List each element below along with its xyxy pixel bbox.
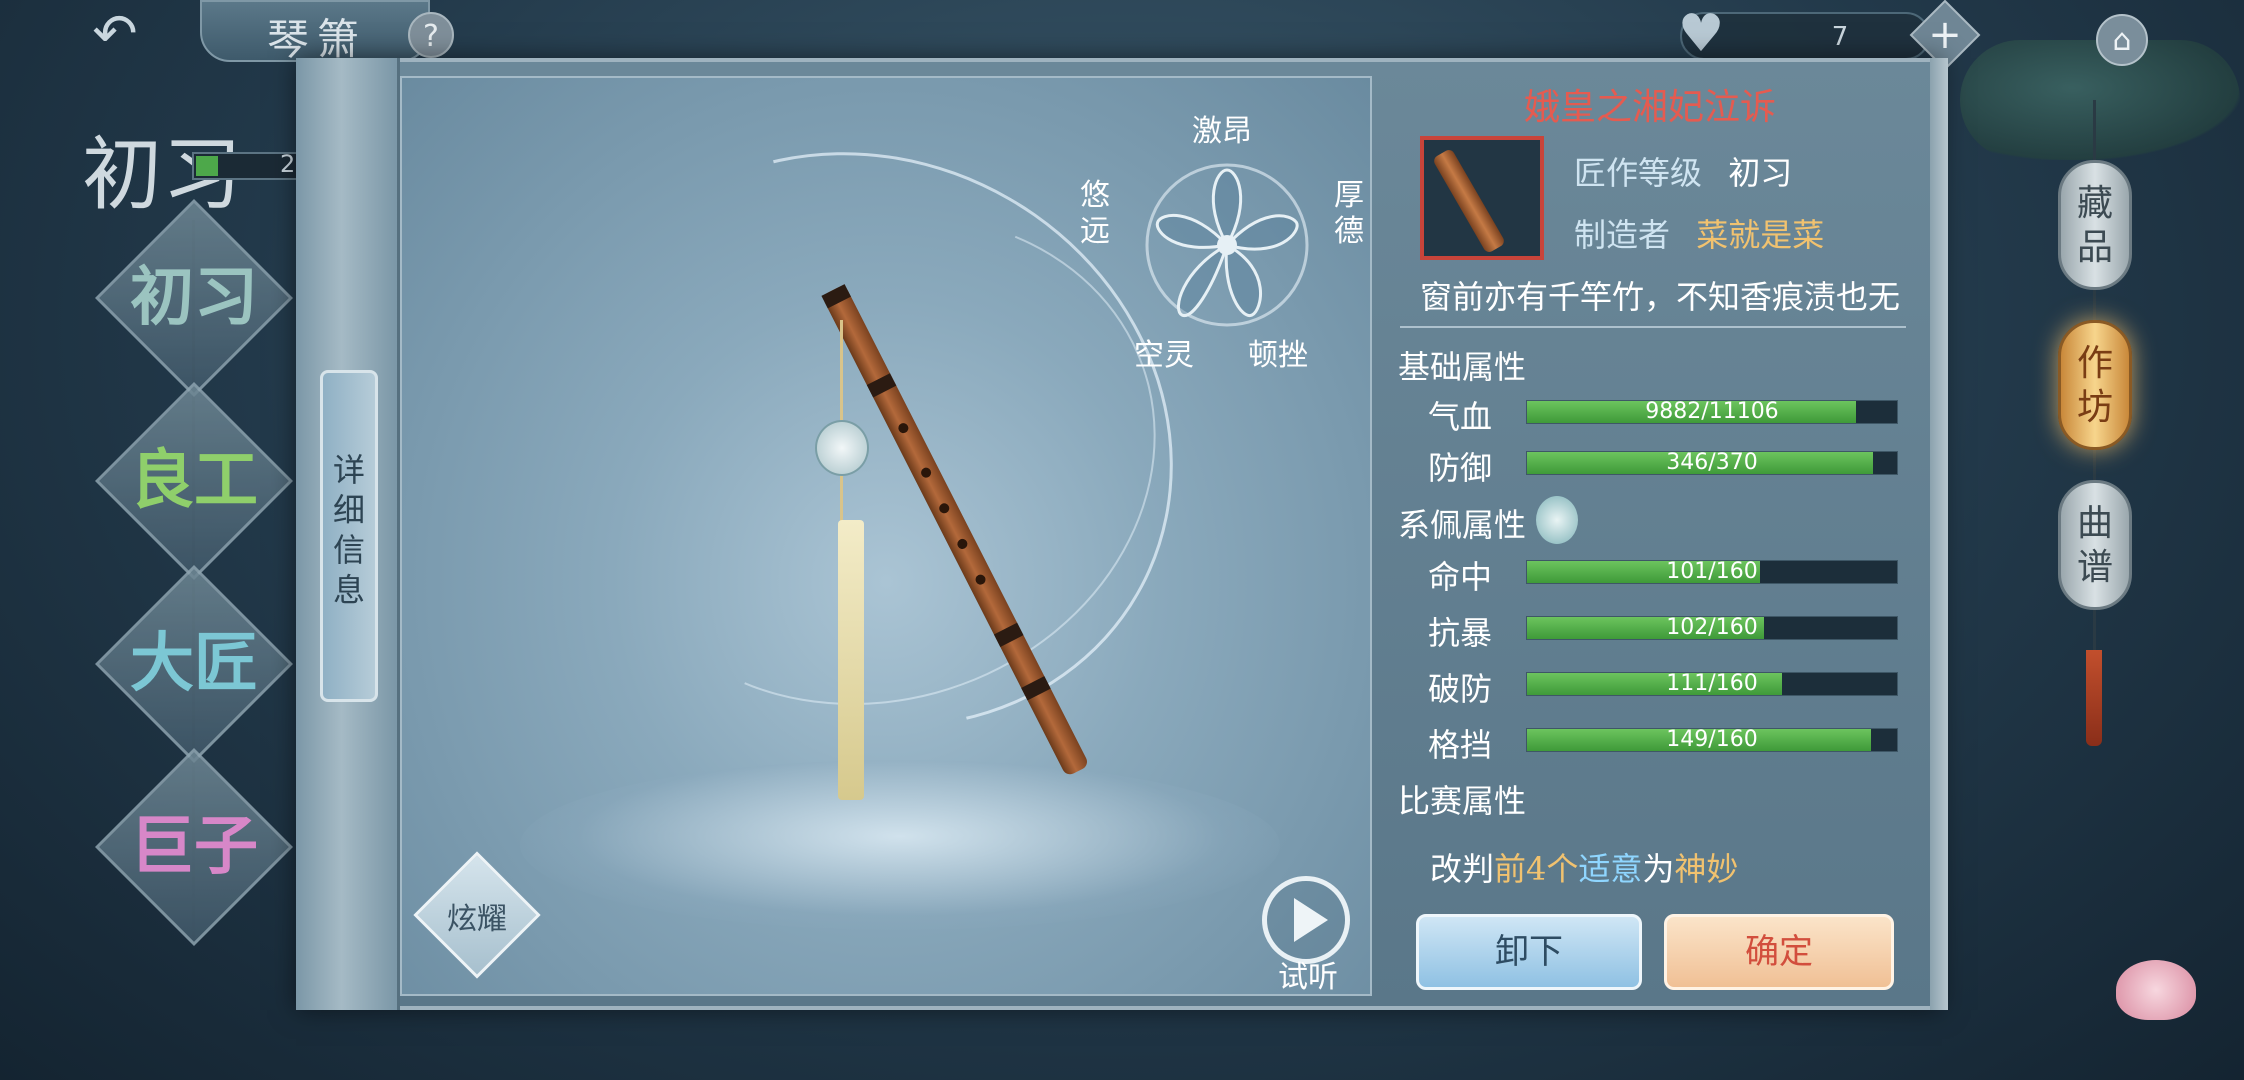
radar-label-right: 厚德 [1334, 178, 1364, 249]
flute-hole [973, 572, 988, 587]
stat-value: 101/160 [1666, 559, 1758, 584]
rule-part: 神妙 [1674, 850, 1739, 888]
attribute-radar [1145, 163, 1309, 327]
play-icon [1294, 898, 1328, 942]
help-button[interactable]: ? [408, 12, 454, 58]
detail-info-label: 详细信息 [332, 451, 365, 609]
listen-label: 试听 [1278, 960, 1338, 995]
lantern-tassel [2086, 650, 2102, 746]
stat-value: 149/160 [1666, 727, 1758, 752]
flute-hole [896, 421, 911, 435]
stat-label: 命中 [1428, 558, 1493, 596]
level-label: 良工 [130, 443, 258, 518]
unequip-button[interactable]: 卸下 [1416, 914, 1642, 990]
maker-value: 菜就是菜 [1696, 216, 1825, 254]
rule-part: 适意 [1578, 850, 1643, 888]
stat-label: 破防 [1428, 670, 1493, 708]
jade-charm-icon [815, 420, 869, 476]
rule-part: 改判 [1430, 850, 1495, 888]
stat-value: 9882/11106 [1645, 399, 1779, 424]
tassel [838, 520, 864, 800]
stat-label: 气血 [1428, 398, 1493, 436]
flute-hole [955, 537, 970, 551]
stat-label: 格挡 [1428, 726, 1493, 764]
stat-label: 抗暴 [1428, 614, 1493, 652]
item-name: 娥皇之湘妃泣诉 [1523, 87, 1776, 128]
level-label: 初习 [130, 260, 258, 335]
scroll-roller-right [1930, 58, 1948, 1010]
stat-value: 346/370 [1666, 450, 1758, 475]
radar-label-left: 悠远 [1080, 178, 1110, 249]
home-button[interactable]: ⌂ [2096, 14, 2148, 66]
divider [1400, 326, 1906, 328]
pine-branch-decoration [1960, 40, 2240, 160]
level-label: 大匠 [130, 626, 258, 701]
pendant-attr-heading: 系佩属性 [1398, 506, 1527, 544]
heart-icon: ♥ [1677, 4, 1725, 64]
plus-icon: + [1928, 12, 1962, 58]
radar-label-bottom-left: 空灵 [1134, 338, 1194, 373]
rank-exp-text: 2 [280, 150, 296, 178]
lantern-label: 藏品 [2076, 183, 2113, 268]
stat-value: 111/160 [1666, 671, 1758, 696]
rule-part: 为 [1642, 850, 1675, 888]
radar-label-bottom-right: 顿挫 [1248, 338, 1308, 373]
match-attr-heading: 比赛属性 [1398, 782, 1527, 820]
lotus-decoration [2116, 960, 2196, 1020]
stage-platform [520, 760, 1280, 930]
flute-band [866, 373, 897, 398]
stat-value: 102/160 [1666, 615, 1758, 640]
back-button[interactable]: ↶ [70, 4, 160, 64]
flute-hole [937, 501, 951, 516]
craft-level-value: 初习 [1728, 154, 1793, 192]
title-plate: 琴箫 [200, 0, 430, 64]
maker-label: 制造者 [1574, 216, 1671, 254]
flute-band [993, 622, 1024, 647]
home-icon: ⌂ [2112, 23, 2132, 58]
stat-label: 防御 [1428, 449, 1493, 487]
rank-exp-fill [196, 156, 218, 176]
flute-band [1021, 676, 1051, 701]
flute-hole [919, 465, 933, 480]
stamina-value: 7 [1831, 22, 1849, 52]
back-arrow-icon: ↶ [92, 2, 138, 65]
base-attr-heading: 基础属性 [1398, 348, 1527, 386]
radar-label-top: 激昂 [1192, 114, 1252, 149]
level-label: 巨子 [130, 809, 258, 884]
item-quote: 窗前亦有千竿竹，不知香痕渍也无 [1419, 278, 1900, 316]
craft-level-label: 匠作等级 [1574, 154, 1703, 192]
confirm-button[interactable]: 确定 [1664, 914, 1894, 990]
match-rule: 改判前4个适意为神妙 [1430, 844, 1738, 890]
jade-charm-icon [1536, 496, 1578, 544]
showoff-label: 炫耀 [447, 902, 507, 937]
lantern-label: 作坊 [2076, 343, 2113, 428]
rule-part: 前4个 [1494, 850, 1579, 888]
lantern-label: 曲谱 [2076, 503, 2113, 588]
